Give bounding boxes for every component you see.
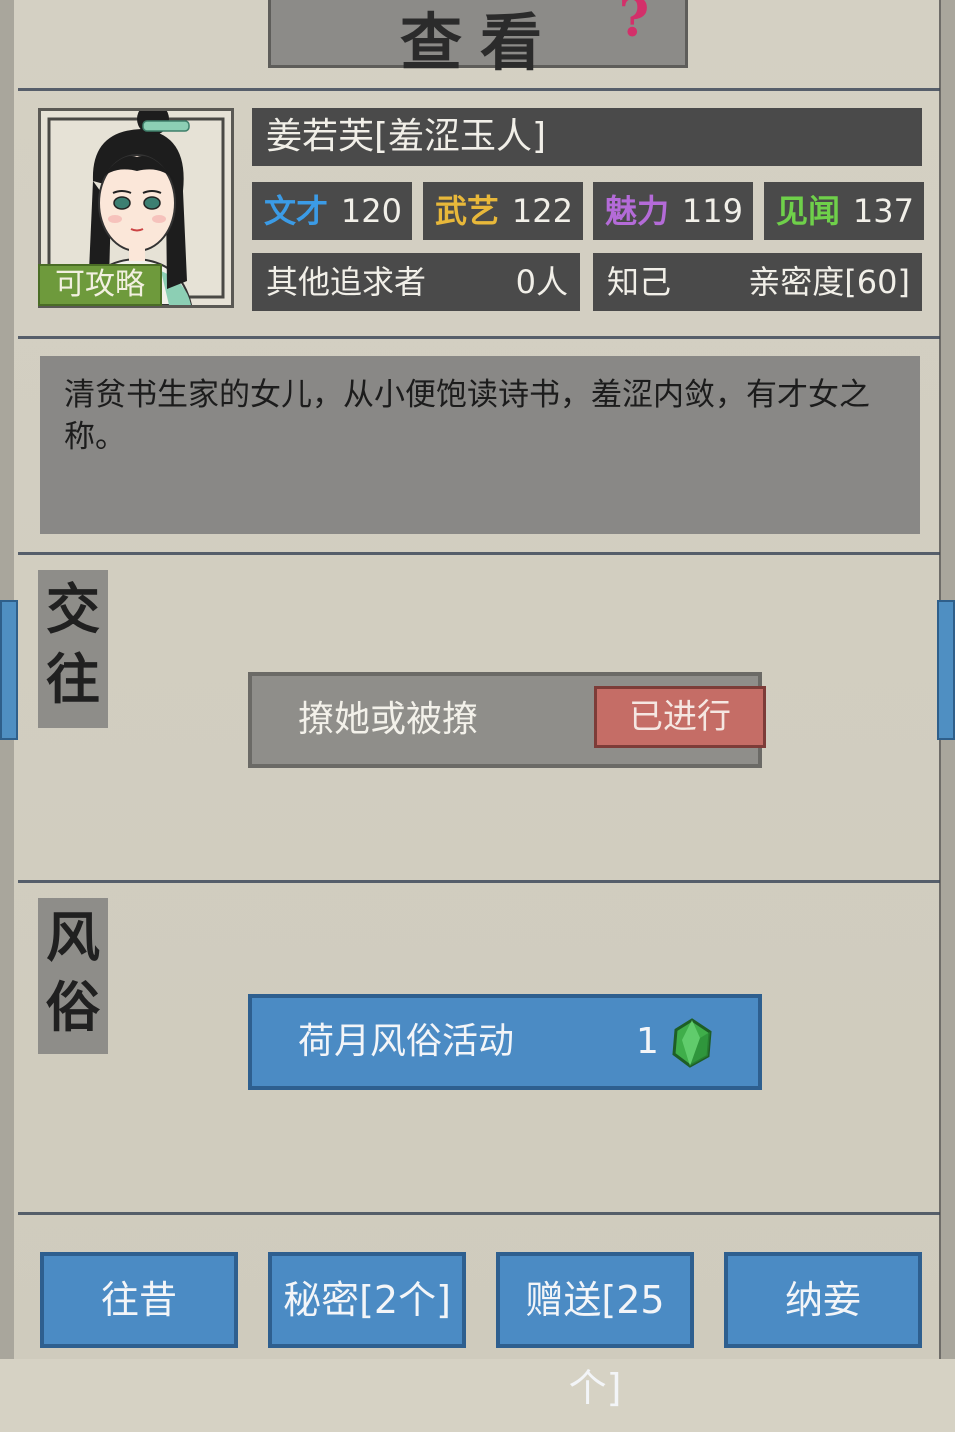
divider [18, 880, 940, 883]
divider [18, 88, 940, 91]
flirt-button[interactable]: 撩她或被撩 已进行 [248, 672, 766, 768]
gift-button[interactable]: 赠送[25个] [496, 1252, 694, 1410]
question-icon[interactable]: ? [612, 0, 656, 46]
relation-label: 知己 [607, 263, 672, 301]
divider [18, 1212, 940, 1215]
stat-value: 119 [681, 192, 743, 230]
prev-tab-handle[interactable] [0, 600, 18, 740]
section-label-interaction: 交往 [38, 570, 108, 728]
suitors-value: 0人 [515, 263, 568, 301]
section-label-custom: 风俗 [38, 898, 108, 1054]
page-title: 查看 [400, 6, 561, 79]
attackable-tag: 可攻略 [38, 264, 162, 306]
stat-value: 120 [340, 192, 402, 230]
stat-knowledge: 见闻 137 [764, 182, 924, 240]
past-button[interactable]: 往昔 [40, 1252, 238, 1348]
stat-martial: 武艺 122 [423, 182, 583, 240]
secrets-button[interactable]: 秘密[2个] [268, 1252, 466, 1348]
stat-charm: 魅力 119 [593, 182, 753, 240]
custom-activity-button[interactable]: 荷月风俗活动 1 [248, 994, 762, 1090]
next-tab-handle[interactable] [937, 600, 955, 740]
suitors-label: 其他追求者 [266, 263, 427, 301]
divider [18, 336, 940, 339]
cost-count: 1 [636, 1021, 659, 1062]
green-gem-icon [672, 1018, 712, 1068]
flirt-label: 撩她或被撩 [298, 699, 479, 740]
stat-label: 见闻 [776, 192, 841, 230]
suitors-bar: 其他追求者 0人 [252, 253, 580, 311]
custom-activity-label: 荷月风俗活动 [298, 1021, 515, 1062]
stat-literary: 文才 120 [252, 182, 412, 240]
relation-bar: 知己 亲密度[60] [593, 253, 922, 311]
intimacy-value: 亲密度[60] [748, 263, 910, 301]
character-name: 姜若芙[羞涩玉人] [252, 108, 922, 166]
stat-label: 魅力 [605, 192, 670, 230]
stat-label: 文才 [264, 192, 329, 230]
divider [18, 552, 940, 555]
stat-value: 122 [511, 192, 573, 230]
character-description: 清贫书生家的女儿，从小便饱读诗书，羞涩内敛，有才女之称。 [40, 356, 920, 534]
stat-label: 武艺 [435, 192, 500, 230]
concubine-button[interactable]: 纳妾 [724, 1252, 922, 1348]
stat-value: 137 [852, 192, 914, 230]
status-badge: 已进行 [594, 686, 766, 748]
